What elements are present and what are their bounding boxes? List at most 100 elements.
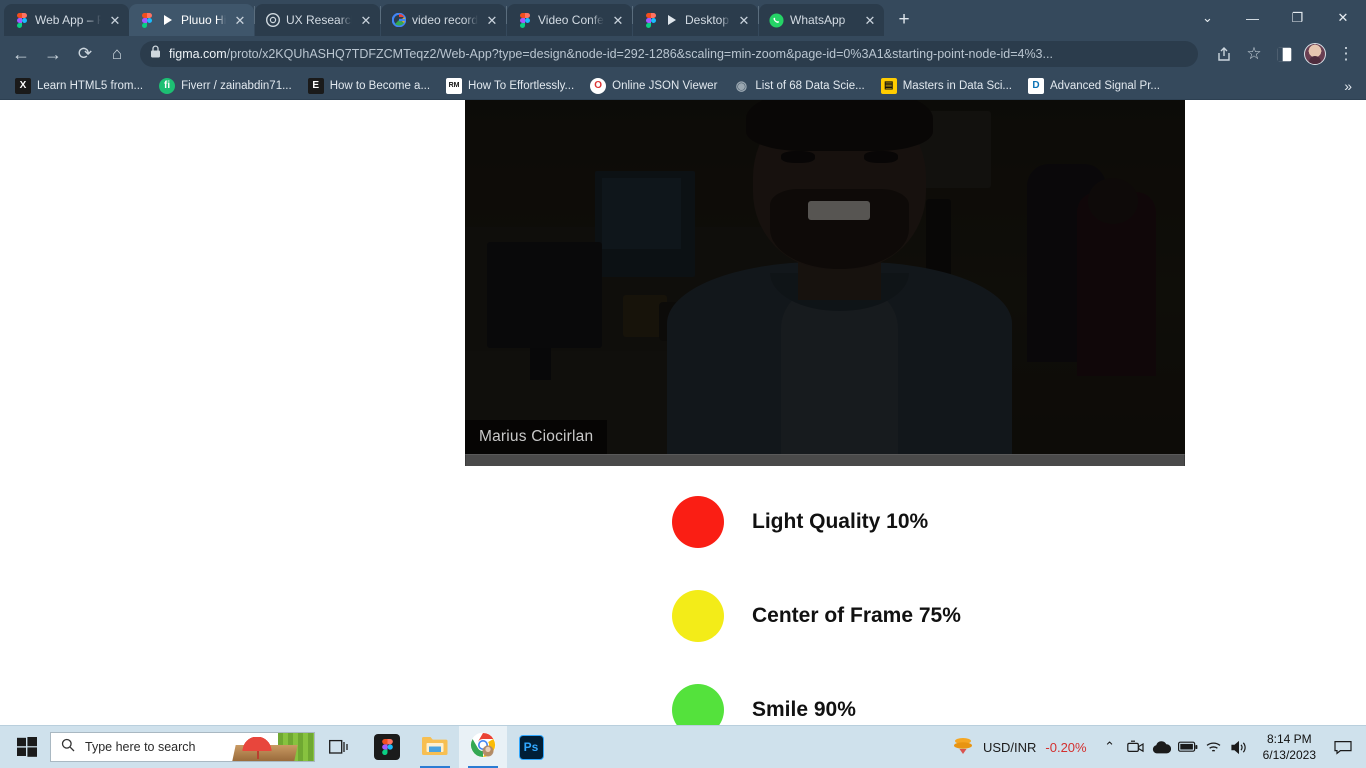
metric-label: Smile 90% (752, 698, 856, 721)
taskbar-app-figma[interactable] (363, 726, 411, 768)
wifi-icon[interactable] (1201, 726, 1227, 768)
close-icon[interactable]: ✕ (232, 12, 248, 28)
google-icon (391, 13, 406, 28)
maximize-button[interactable]: ❐ (1275, 1, 1320, 35)
browser-toolbar: ← → ⟳ ⌂ figma.com/proto/x2KQUhASHQ7TDFZC… (0, 36, 1366, 72)
tab-search-icon[interactable]: ⌄ (1185, 1, 1230, 35)
profile-avatar[interactable] (1304, 43, 1326, 65)
bookmark-label: Masters in Data Sci... (902, 79, 1013, 92)
address-bar[interactable]: figma.com/proto/x2KQUhASHQ7TDFZCMTeqz2/W… (140, 41, 1198, 67)
url-domain: figma.com (169, 47, 227, 61)
clock-time: 8:14 PM (1266, 731, 1312, 746)
tab-title: Desktop - Vi (685, 13, 730, 27)
start-button[interactable] (4, 726, 50, 768)
bookmark-item[interactable]: RM How To Effortlessly... (439, 75, 581, 97)
bookmark-item[interactable]: E How to Become a... (301, 75, 437, 97)
bookmark-favicon: RM (446, 77, 463, 94)
bookmark-item[interactable]: fi Fiverr / zainabdin71... (152, 75, 299, 97)
video-overlay-dim (465, 100, 1185, 454)
tab-title: Web App – Figma (35, 13, 101, 27)
close-icon[interactable]: ✕ (736, 12, 752, 28)
browser-tab-3[interactable]: UX Research Guid ✕ (255, 4, 380, 36)
whatsapp-icon (769, 12, 784, 28)
stock-ticker[interactable]: USD/INR -0.20% (942, 736, 1097, 758)
bookmark-label: Fiverr / zainabdin71... (181, 79, 292, 92)
close-icon[interactable]: ✕ (610, 12, 626, 28)
metric-label: Center of Frame 75% (752, 604, 961, 627)
forward-icon[interactable]: → (38, 39, 68, 69)
figma-icon (643, 12, 658, 28)
metric-row-smile: Smile 90% (672, 684, 961, 725)
tab-title: UX Research Guid (286, 13, 352, 27)
back-icon[interactable]: ← (6, 39, 36, 69)
metrics-list: Light Quality 10% Center of Frame 75% Sm… (672, 496, 961, 725)
new-tab-button[interactable]: + (890, 5, 918, 33)
bookmark-item[interactable]: ◉ List of 68 Data Scie... (726, 75, 871, 97)
tab-title: WhatsApp (790, 13, 846, 27)
page-viewport: Marius Ciocirlan Light Quality 10% Cente… (0, 100, 1366, 725)
windows-taskbar: Type here to search Ps USD/INR -0.20% ⌃ … (0, 725, 1366, 768)
bookmark-item[interactable]: ▤ Masters in Data Sci... (874, 75, 1019, 97)
taskbar-search-box[interactable]: Type here to search (50, 732, 315, 762)
chrome-menu-icon[interactable]: ⋮ (1332, 40, 1360, 68)
folder-icon (421, 734, 449, 761)
participant-name-plate: Marius Ciocirlan (465, 420, 608, 454)
show-hidden-icons[interactable]: ⌃ (1097, 726, 1123, 768)
close-icon[interactable]: ✕ (107, 12, 123, 28)
minimize-button[interactable]: — (1230, 1, 1275, 35)
onedrive-icon[interactable] (1149, 726, 1175, 768)
bookmark-item[interactable]: D Advanced Signal Pr... (1021, 75, 1167, 97)
close-window-button[interactable]: ✕ (1320, 1, 1366, 35)
bookmarks-overflow-icon[interactable]: » (1338, 78, 1358, 94)
bookmark-label: Learn HTML5 from... (37, 79, 144, 92)
tab-title: video recording u (412, 13, 478, 27)
metric-row-center-of-frame: Center of Frame 75% (672, 590, 961, 642)
status-dot-yellow (672, 590, 724, 642)
browser-tab-2-active[interactable]: Pluuo HiFi - We ✕ (129, 4, 254, 36)
close-icon[interactable]: ✕ (358, 12, 374, 28)
browser-tab-6[interactable]: Desktop - Vi ✕ (633, 4, 758, 36)
bookmark-label: How to Become a... (329, 79, 431, 92)
bookmark-favicon: O (590, 77, 607, 94)
bookmark-item[interactable]: X Learn HTML5 from... (8, 75, 150, 97)
task-view-button[interactable] (315, 726, 363, 768)
battery-icon[interactable] (1175, 726, 1201, 768)
taskbar-app-chrome[interactable] (459, 725, 507, 768)
video-progress-bar[interactable] (465, 454, 1185, 466)
browser-tab-7[interactable]: WhatsApp ✕ (759, 4, 884, 36)
browser-tab-5[interactable]: Video Conferenci ✕ (507, 4, 632, 36)
taskbar-clock[interactable]: 8:14 PM 6/13/2023 (1253, 731, 1326, 763)
volume-icon[interactable] (1227, 726, 1253, 768)
stock-icon (952, 736, 974, 758)
browser-tab-4[interactable]: video recording u ✕ (381, 4, 506, 36)
notification-center-icon[interactable] (1326, 726, 1360, 768)
taskbar-app-file-explorer[interactable] (411, 726, 459, 768)
search-placeholder: Type here to search (85, 740, 196, 754)
home-icon[interactable]: ⌂ (102, 39, 132, 69)
video-player[interactable]: Marius Ciocirlan (465, 100, 1185, 466)
toolbar-actions: ☆ ⋮ (1210, 40, 1360, 68)
participant-name: Marius Ciocirlan (479, 428, 594, 445)
side-panel-icon[interactable] (1270, 40, 1298, 68)
bookmark-label: Online JSON Viewer (612, 79, 718, 92)
browser-tab-1[interactable]: Web App – Figma ✕ (4, 4, 129, 36)
figma-icon (517, 12, 532, 28)
system-tray: USD/INR -0.20% ⌃ 8:14 PM 6/13/2023 (942, 726, 1362, 768)
reload-icon[interactable]: ⟳ (70, 39, 100, 69)
stock-change: -0.20% (1045, 739, 1087, 755)
bookmark-item[interactable]: O Online JSON Viewer (583, 75, 724, 97)
tab-title: Video Conferenci (538, 13, 604, 27)
bookmark-star-icon[interactable]: ☆ (1240, 40, 1268, 68)
clock-date: 6/13/2023 (1262, 748, 1316, 762)
share-icon[interactable] (1210, 40, 1238, 68)
url-path: /proto/x2KQUhASHQ7TDFZCMTeqz2/Web-App?ty… (226, 47, 1053, 61)
bookmark-favicon: X (15, 77, 31, 94)
search-decoration-image (229, 733, 314, 761)
stock-name: USD/INR (982, 739, 1037, 755)
search-icon (61, 738, 75, 757)
bookmark-favicon: E (307, 77, 324, 94)
close-icon[interactable]: ✕ (484, 12, 500, 28)
camera-icon[interactable] (1123, 726, 1149, 768)
taskbar-app-photoshop[interactable]: Ps (507, 726, 555, 768)
close-icon[interactable]: ✕ (862, 12, 878, 28)
